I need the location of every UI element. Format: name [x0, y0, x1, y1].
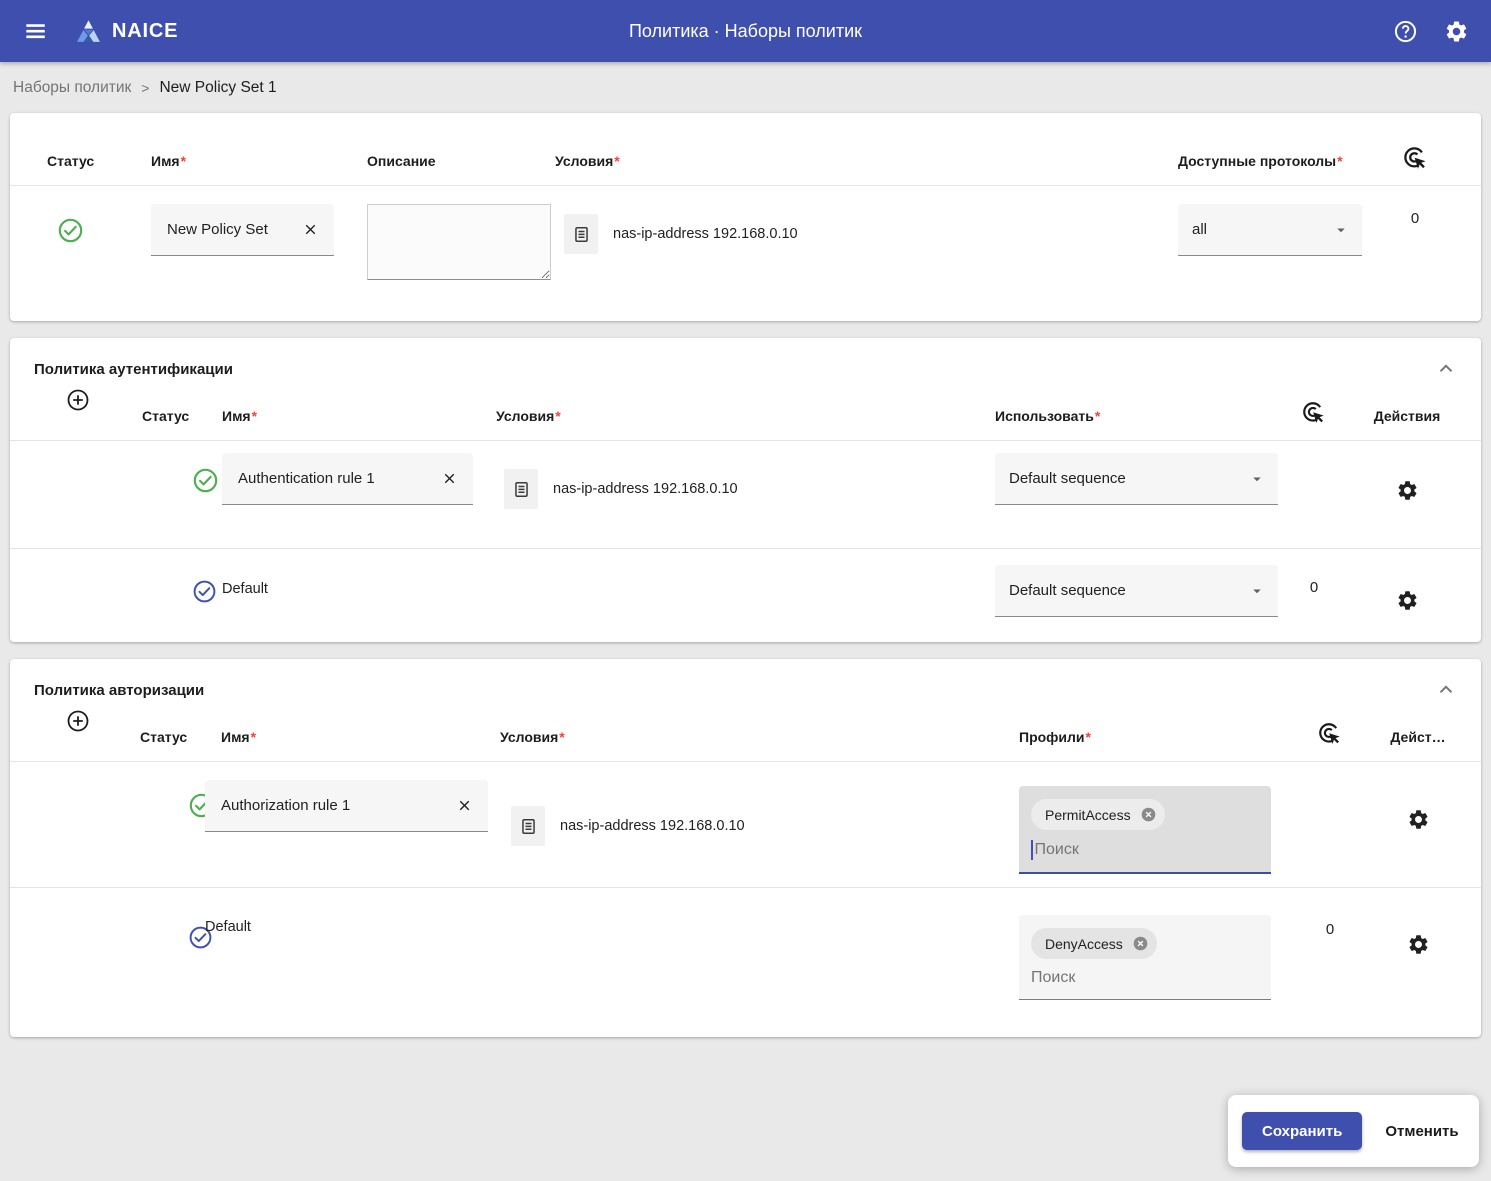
policy-set-name-field [151, 204, 334, 256]
protocols-selected-value: all [1192, 221, 1207, 238]
column-header-status: Статус [34, 113, 126, 185]
authentication-policy-card: Политика аутентификации Статус Имя* Усло… [10, 338, 1481, 642]
dropdown-arrow-icon [1248, 582, 1266, 600]
authorization-rule-row: nas-ip-address 192.168.0.10 PermitAccess… [10, 762, 1481, 887]
condition-doc-icon[interactable] [504, 469, 538, 509]
condition-doc-icon[interactable] [511, 806, 545, 846]
cancel-button[interactable]: Отменить [1383, 1123, 1460, 1140]
page-title: Политика · Наборы политик [0, 21, 1491, 42]
profile-chip[interactable]: DenyAccess [1031, 928, 1157, 959]
rule-name-field [205, 780, 488, 832]
help-icon[interactable] [1393, 19, 1418, 44]
column-header-conditions: Условия* [466, 382, 986, 440]
condition-text: nas-ip-address 192.168.0.10 [553, 481, 738, 497]
authentication-default-row: Default Default sequence 0 [10, 549, 1481, 642]
chip-remove-icon[interactable] [1131, 934, 1150, 953]
hits-icon [1373, 113, 1457, 185]
row-actions-gear-icon[interactable] [1396, 479, 1419, 548]
condition-text: nas-ip-address 192.168.0.10 [560, 818, 745, 834]
policy-set-row: nas-ip-address 192.168.0.10 all 0 [10, 186, 1481, 321]
dropdown-arrow-icon [1248, 470, 1266, 488]
protocols-select[interactable]: all [1178, 204, 1362, 256]
clear-name-icon[interactable] [296, 216, 324, 244]
app-bar: NAICE Политика · Наборы политик [0, 0, 1491, 62]
column-header-name: Имя* [182, 703, 467, 761]
profiles-search-placeholder: Поиск [1031, 969, 1075, 987]
breadcrumb-separator: > [141, 80, 149, 96]
column-header-name: Имя* [186, 382, 466, 440]
column-header-conditions: Условия* [467, 703, 1019, 761]
text-caret [1031, 840, 1033, 860]
default-rule-label: Default [222, 581, 268, 597]
menu-icon[interactable] [22, 18, 48, 44]
collapse-chevron-up-icon[interactable] [1435, 358, 1457, 380]
column-header-actions: Действия [1357, 382, 1457, 440]
default-rule-label: Default [205, 919, 251, 935]
breadcrumb: Наборы политик > New Policy Set 1 [0, 62, 1491, 113]
breadcrumb-parent-link[interactable]: Наборы политик [13, 79, 131, 97]
row-actions-gear-icon[interactable] [1407, 933, 1430, 1037]
profiles-search-placeholder: Поиск [1035, 841, 1079, 859]
condition-text: nas-ip-address 192.168.0.10 [613, 226, 798, 242]
authentication-rule-row: nas-ip-address 192.168.0.10 Default sequ… [10, 441, 1481, 548]
section-title-authorization: Политика авторизации [34, 682, 204, 699]
authorization-default-row: Default DenyAccess Поиск 0 [10, 888, 1481, 1037]
add-rule-icon[interactable] [66, 709, 90, 733]
policy-set-card: Статус Имя* Описание Условия* Доступные … [10, 113, 1481, 321]
column-header-conditions: Условия* [553, 113, 1173, 185]
brand-logo[interactable]: NAICE [74, 17, 178, 46]
settings-gear-icon[interactable] [1444, 19, 1469, 44]
profile-chip-label: DenyAccess [1045, 936, 1123, 952]
rule-name-input[interactable] [226, 470, 435, 487]
sequence-selected-value: Default sequence [1009, 582, 1126, 599]
column-header-status: Статус [94, 703, 182, 761]
section-title-authentication: Политика аутентификации [34, 361, 233, 378]
sequence-select[interactable]: Default sequence [995, 453, 1278, 505]
sequence-selected-value: Default sequence [1009, 470, 1126, 487]
condition-doc-icon[interactable] [564, 214, 598, 254]
column-header-use: Использовать* [986, 382, 1271, 440]
brand-name: NAICE [112, 20, 178, 43]
footer-actions-bar: Сохранить Отменить [1228, 1095, 1479, 1167]
row-actions-gear-icon[interactable] [1407, 808, 1430, 887]
chip-remove-icon[interactable] [1139, 805, 1158, 824]
hits-count: 0 [1310, 579, 1318, 642]
status-enabled-icon[interactable] [57, 217, 84, 244]
condition-item: nas-ip-address 192.168.0.10 [496, 469, 986, 509]
logo-triangle-icon [74, 17, 103, 46]
save-button[interactable]: Сохранить [1242, 1112, 1362, 1150]
collapse-chevron-up-icon[interactable] [1435, 679, 1457, 701]
column-header-status: Статус [94, 382, 186, 440]
sequence-select[interactable]: Default sequence [995, 565, 1278, 617]
add-rule-icon[interactable] [66, 388, 90, 412]
column-header-actions: Дейст… [1379, 703, 1457, 761]
column-header-protocols: Доступные протоколы* [1173, 113, 1373, 185]
authorization-policy-card: Политика авторизации Статус Имя* Условия… [10, 659, 1481, 1037]
profile-chip-label: PermitAccess [1045, 807, 1131, 823]
policy-set-description-textarea[interactable] [367, 204, 551, 280]
rule-name-input[interactable] [209, 797, 450, 814]
profiles-field[interactable]: DenyAccess Поиск [1019, 915, 1271, 1000]
clear-name-icon[interactable] [435, 465, 463, 493]
row-actions-gear-icon[interactable] [1396, 589, 1419, 642]
condition-item: nas-ip-address 192.168.0.10 [555, 214, 1173, 254]
profiles-field[interactable]: PermitAccess Поиск [1019, 786, 1271, 874]
hits-count: 0 [1326, 921, 1334, 1037]
column-header-name: Имя* [126, 113, 341, 185]
hits-icon [1281, 703, 1379, 761]
policy-set-name-input[interactable] [155, 221, 296, 238]
profile-chip[interactable]: PermitAccess [1031, 799, 1165, 830]
hits-icon [1271, 382, 1357, 440]
dropdown-arrow-icon [1332, 221, 1350, 239]
condition-item: nas-ip-address 192.168.0.10 [500, 806, 1019, 846]
breadcrumb-current: New Policy Set 1 [159, 79, 276, 97]
column-header-description: Описание [341, 113, 553, 185]
hits-count: 0 [1411, 210, 1419, 321]
column-header-profiles: Профили* [1019, 703, 1281, 761]
rule-name-field [222, 453, 473, 505]
